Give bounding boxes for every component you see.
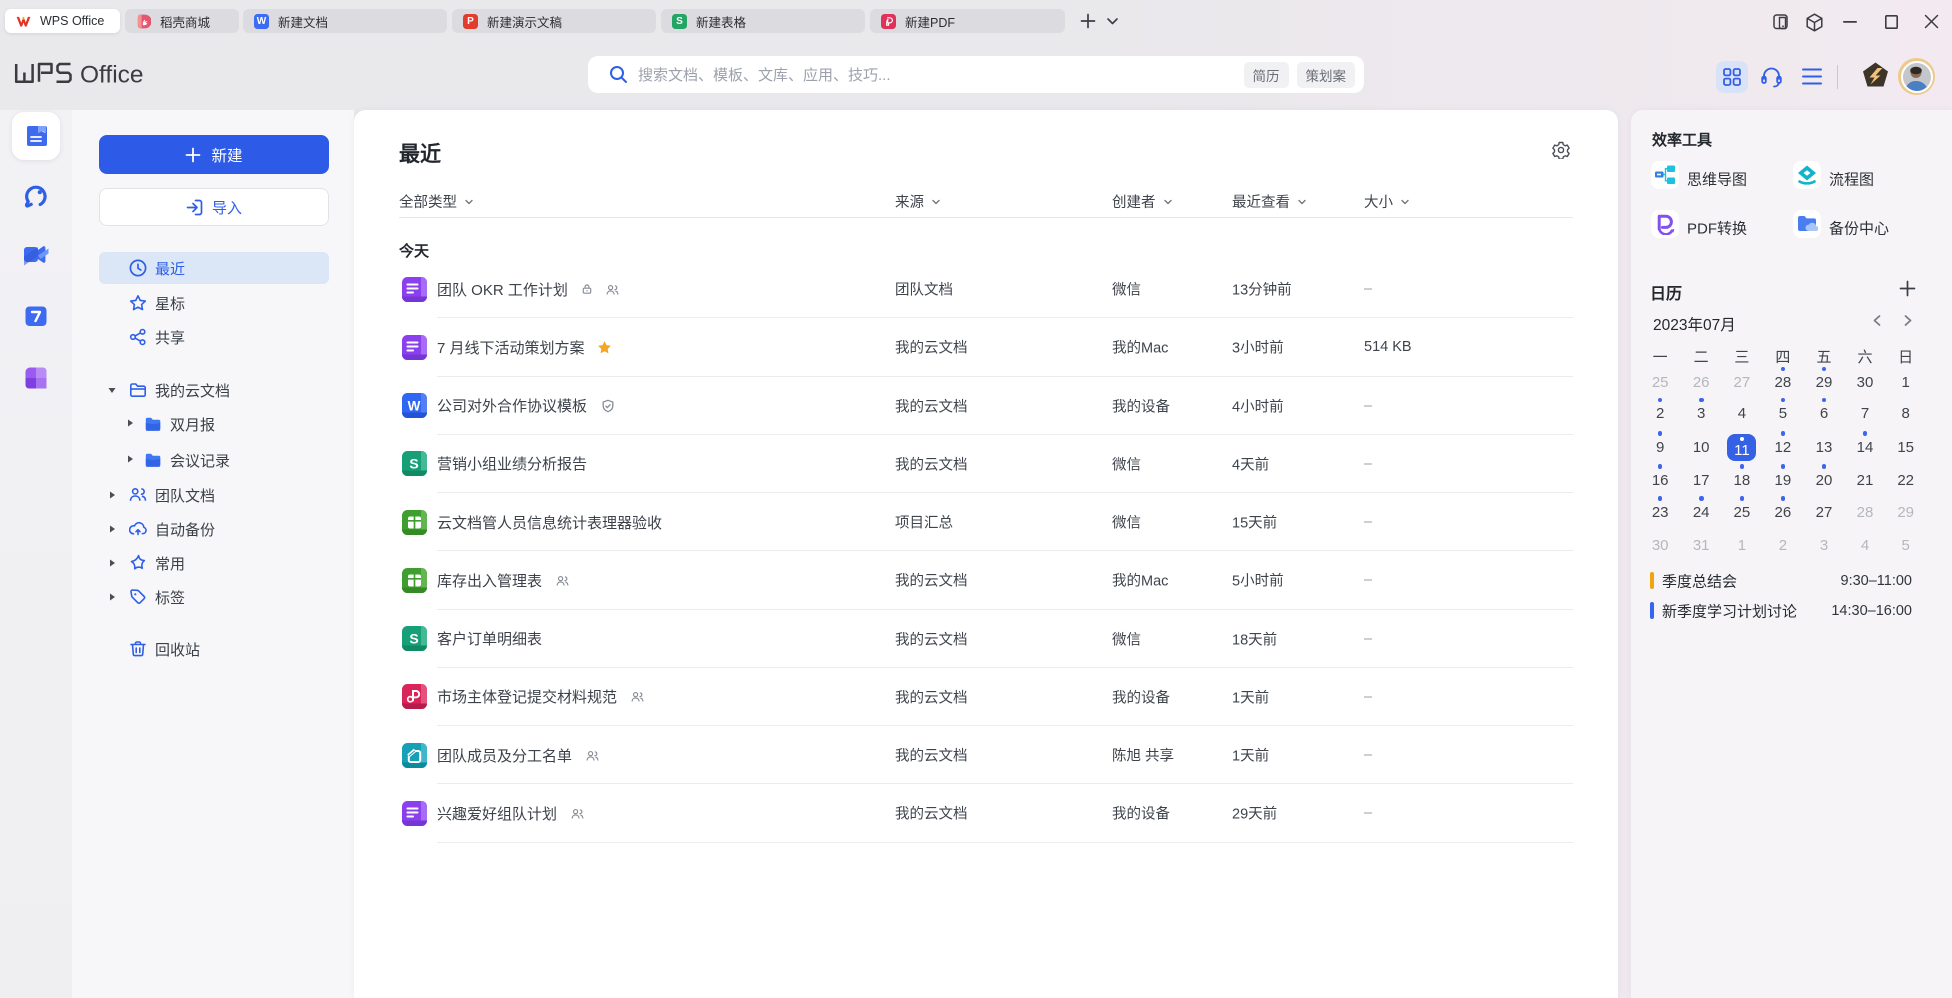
svg-text:W: W [408,398,421,413]
svg-text:S: S [409,630,418,646]
svg-text:S: S [409,456,418,472]
svg-text:Office: Office [80,61,144,88]
